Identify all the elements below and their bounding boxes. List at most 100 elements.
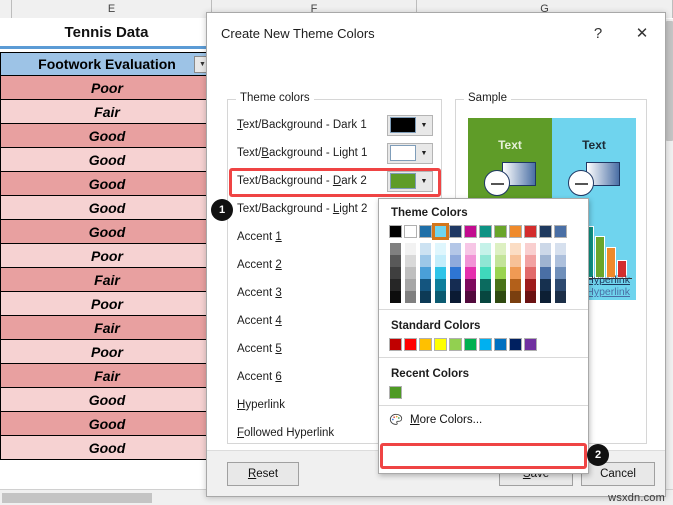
table-row[interactable]: Good (0, 148, 213, 172)
table-row[interactable]: Poor (0, 340, 213, 364)
picker-theme-variant-10-0[interactable] (539, 243, 552, 255)
picker-theme-variant-5-1[interactable] (464, 255, 477, 267)
picker-theme-variant-4-0[interactable] (449, 243, 462, 255)
theme-color-swatch-button[interactable]: ▼ (387, 114, 433, 136)
picker-theme-variant-11-0[interactable] (554, 243, 567, 255)
table-row[interactable]: Fair (0, 268, 213, 292)
picker-theme-variant-3-4[interactable] (434, 291, 447, 303)
picker-theme-variant-4-3[interactable] (449, 279, 462, 291)
picker-theme-variant-2-2[interactable] (419, 267, 432, 279)
theme-color-swatch-button[interactable]: ▼ (387, 142, 433, 164)
picker-theme-variant-3-1[interactable] (434, 255, 447, 267)
theme-color-swatch-button[interactable]: ▼ (387, 170, 433, 192)
picker-recent-color-0[interactable] (389, 386, 402, 399)
picker-theme-variant-column-1[interactable] (404, 243, 417, 303)
picker-theme-variant-column-6[interactable] (479, 243, 492, 303)
picker-theme-color-5[interactable] (464, 225, 477, 238)
picker-theme-variant-11-4[interactable] (554, 291, 567, 303)
picker-theme-variant-10-4[interactable] (539, 291, 552, 303)
table-row[interactable]: Good (0, 412, 213, 436)
picker-theme-variant-2-0[interactable] (419, 243, 432, 255)
picker-standard-color-7[interactable] (494, 338, 507, 351)
theme-color-row-text-background-light-1[interactable]: Text/Background - Light 1 ▼ (237, 139, 433, 167)
theme-color-row-text-background-dark-2[interactable]: Text/Background - Dark 2 ▼ (237, 167, 433, 195)
chevron-down-icon[interactable]: ▼ (418, 150, 430, 157)
picker-theme-variant-9-0[interactable] (524, 243, 537, 255)
picker-theme-variant-3-2[interactable] (434, 267, 447, 279)
picker-theme-variant-1-1[interactable] (404, 255, 417, 267)
picker-theme-variant-6-1[interactable] (479, 255, 492, 267)
picker-theme-variant-5-2[interactable] (464, 267, 477, 279)
picker-theme-variant-0-3[interactable] (389, 279, 402, 291)
picker-theme-variant-column-2[interactable] (419, 243, 432, 303)
table-row[interactable]: Fair (0, 100, 213, 124)
picker-theme-variant-9-1[interactable] (524, 255, 537, 267)
picker-theme-variant-4-4[interactable] (449, 291, 462, 303)
picker-theme-variant-4-2[interactable] (449, 267, 462, 279)
cancel-button[interactable]: Cancel (581, 462, 655, 486)
picker-theme-variant-0-2[interactable] (389, 267, 402, 279)
picker-theme-variant-column-7[interactable] (494, 243, 507, 303)
picker-theme-variant-10-1[interactable] (539, 255, 552, 267)
picker-theme-variant-8-4[interactable] (509, 291, 522, 303)
picker-theme-variant-11-3[interactable] (554, 279, 567, 291)
picker-standard-color-1[interactable] (404, 338, 417, 351)
help-icon[interactable]: ? (577, 13, 619, 53)
picker-theme-color-1[interactable] (404, 225, 417, 238)
picker-theme-variant-0-0[interactable] (389, 243, 402, 255)
reset-button[interactable]: Reset (227, 462, 299, 486)
vertical-scrollbar-thumb[interactable] (666, 21, 673, 141)
picker-theme-variant-8-2[interactable] (509, 267, 522, 279)
picker-theme-variant-8-0[interactable] (509, 243, 522, 255)
picker-theme-variant-2-3[interactable] (419, 279, 432, 291)
picker-theme-variant-4-1[interactable] (449, 255, 462, 267)
table-row[interactable]: Fair (0, 316, 213, 340)
picker-theme-variant-column-4[interactable] (449, 243, 462, 303)
picker-theme-variant-7-0[interactable] (494, 243, 507, 255)
picker-standard-color-6[interactable] (479, 338, 492, 351)
picker-theme-color-6[interactable] (479, 225, 492, 238)
picker-theme-variant-2-4[interactable] (419, 291, 432, 303)
picker-theme-variant-1-2[interactable] (404, 267, 417, 279)
picker-theme-variant-column-10[interactable] (539, 243, 552, 303)
picker-theme-variant-1-3[interactable] (404, 279, 417, 291)
picker-standard-color-4[interactable] (449, 338, 462, 351)
select-all-corner[interactable] (0, 0, 12, 18)
picker-standard-color-8[interactable] (509, 338, 522, 351)
table-row[interactable]: Poor (0, 292, 213, 316)
table-row[interactable]: Good (0, 220, 213, 244)
picker-theme-variant-9-4[interactable] (524, 291, 537, 303)
picker-theme-variant-7-2[interactable] (494, 267, 507, 279)
picker-standard-color-3[interactable] (434, 338, 447, 351)
chevron-down-icon[interactable]: ▼ (418, 178, 430, 185)
picker-theme-color-0[interactable] (389, 225, 402, 238)
picker-theme-variant-11-2[interactable] (554, 267, 567, 279)
more-colors-button[interactable]: More Colors... (379, 408, 588, 432)
table-row[interactable]: Fair (0, 364, 213, 388)
picker-theme-variant-6-2[interactable] (479, 267, 492, 279)
picker-theme-variant-column-0[interactable] (389, 243, 402, 303)
picker-theme-variant-8-3[interactable] (509, 279, 522, 291)
picker-theme-variant-3-0[interactable] (434, 243, 447, 255)
theme-color-row-text-background-dark-1[interactable]: Text/Background - Dark 1 ▼ (237, 111, 433, 139)
table-row[interactable]: Good (0, 196, 213, 220)
picker-theme-variant-6-0[interactable] (479, 243, 492, 255)
picker-standard-color-2[interactable] (419, 338, 432, 351)
picker-theme-color-2[interactable] (419, 225, 432, 238)
table-row[interactable]: Poor (0, 76, 213, 100)
picker-theme-variant-9-3[interactable] (524, 279, 537, 291)
picker-theme-variant-2-1[interactable] (419, 255, 432, 267)
picker-theme-variant-column-3[interactable] (434, 243, 447, 303)
picker-theme-variant-8-1[interactable] (509, 255, 522, 267)
chevron-down-icon[interactable]: ▼ (418, 122, 430, 129)
picker-theme-variant-9-2[interactable] (524, 267, 537, 279)
picker-theme-variant-6-4[interactable] (479, 291, 492, 303)
picker-theme-variant-11-1[interactable] (554, 255, 567, 267)
picker-theme-variant-3-3[interactable] (434, 279, 447, 291)
picker-theme-variant-6-3[interactable] (479, 279, 492, 291)
picker-theme-variant-0-4[interactable] (389, 291, 402, 303)
horizontal-scrollbar-thumb[interactable] (2, 493, 152, 503)
picker-theme-color-3[interactable] (432, 223, 449, 240)
picker-theme-variant-0-1[interactable] (389, 255, 402, 267)
picker-theme-color-4[interactable] (449, 225, 462, 238)
